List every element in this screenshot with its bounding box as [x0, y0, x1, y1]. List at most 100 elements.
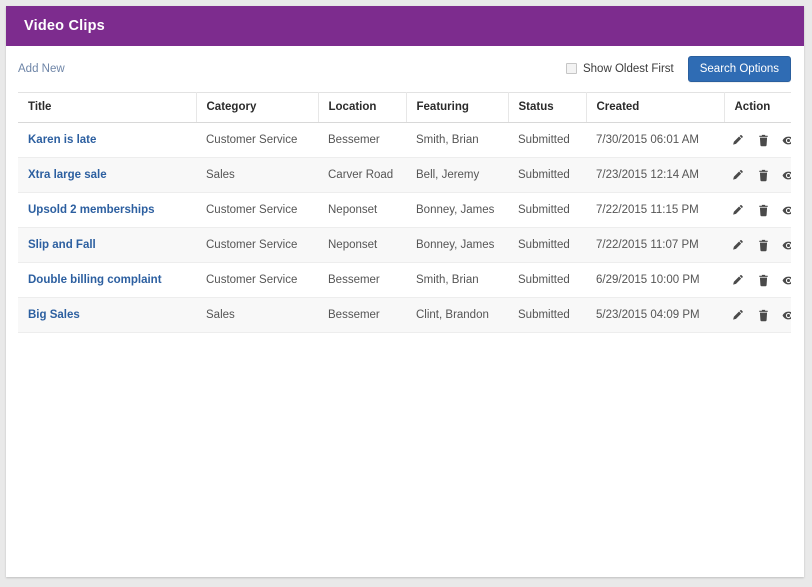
row-action-group: [732, 168, 781, 182]
row-title-link[interactable]: Karen is late: [28, 134, 96, 146]
column-header-category[interactable]: Category: [196, 93, 318, 123]
delete-icon[interactable]: [757, 273, 770, 287]
row-title-link[interactable]: Big Sales: [28, 309, 80, 321]
cell-featuring: Bonney, James: [406, 193, 508, 228]
delete-icon[interactable]: [757, 238, 770, 252]
video-clips-table: Title Category Location Featuring Status…: [18, 92, 791, 333]
toolbar-right-group: Show Oldest First Search Options: [566, 56, 791, 83]
table-row: Big Sales SalesBessemerClint, BrandonSubm…: [18, 298, 791, 333]
cell-status: Submitted: [508, 123, 586, 158]
add-new-link[interactable]: Add New: [18, 63, 65, 75]
toolbar: Add New Show Oldest First Search Options: [6, 46, 804, 92]
column-header-featuring[interactable]: Featuring: [406, 93, 508, 123]
view-icon[interactable]: [782, 203, 791, 217]
column-header-location[interactable]: Location: [318, 93, 406, 123]
cell-action: [724, 298, 791, 333]
row-title-link[interactable]: Double billing complaint: [28, 274, 162, 286]
table-container: Title Category Location Featuring Status…: [6, 92, 804, 333]
cell-created: 6/29/2015 10:00 PM: [586, 263, 724, 298]
cell-title: Slip and Fall: [18, 228, 196, 263]
view-icon[interactable]: [782, 273, 791, 287]
page-header-bar: Video Clips: [6, 6, 804, 46]
cell-action: [724, 228, 791, 263]
cell-title: Double billing complaint: [18, 263, 196, 298]
cell-featuring: Clint, Brandon: [406, 298, 508, 333]
view-icon[interactable]: [782, 238, 791, 252]
cell-category: Sales: [196, 298, 318, 333]
table-head: Title Category Location Featuring Status…: [18, 93, 791, 123]
cell-created: 7/30/2015 06:01 AM: [586, 123, 724, 158]
cell-location: Carver Road: [318, 158, 406, 193]
table-row: Slip and Fall Customer ServiceNeponsetBon…: [18, 228, 791, 263]
cell-title: Karen is late: [18, 123, 196, 158]
cell-category: Customer Service: [196, 228, 318, 263]
row-action-group: [732, 308, 781, 322]
cell-location: Bessemer: [318, 298, 406, 333]
cell-category: Sales: [196, 158, 318, 193]
edit-icon[interactable]: [732, 238, 745, 252]
row-action-group: [732, 273, 781, 287]
cell-title: Xtra large sale: [18, 158, 196, 193]
table-row: Karen is late Customer ServiceBessemerSmi…: [18, 123, 791, 158]
cell-created: 7/23/2015 12:14 AM: [586, 158, 724, 193]
column-header-action: Action: [724, 93, 791, 123]
edit-icon[interactable]: [732, 168, 745, 182]
view-icon[interactable]: [782, 168, 791, 182]
cell-status: Submitted: [508, 298, 586, 333]
cell-location: Bessemer: [318, 123, 406, 158]
cell-category: Customer Service: [196, 123, 318, 158]
cell-featuring: Smith, Brian: [406, 123, 508, 158]
cell-action: [724, 193, 791, 228]
column-header-title[interactable]: Title: [18, 93, 196, 123]
cell-featuring: Bonney, James: [406, 228, 508, 263]
row-title-link[interactable]: Slip and Fall: [28, 239, 96, 251]
edit-icon[interactable]: [732, 308, 745, 322]
edit-icon[interactable]: [732, 133, 745, 147]
cell-featuring: Bell, Jeremy: [406, 158, 508, 193]
view-icon[interactable]: [782, 133, 791, 147]
page-background: Video Clips Add New Show Oldest First Se…: [0, 0, 812, 587]
cell-created: 5/23/2015 04:09 PM: [586, 298, 724, 333]
show-oldest-first-checkbox[interactable]: Show Oldest First: [566, 63, 674, 75]
search-options-button[interactable]: Search Options: [688, 56, 791, 83]
table-row: Xtra large sale SalesCarver RoadBell, Jer…: [18, 158, 791, 193]
cell-action: [724, 158, 791, 193]
edit-icon[interactable]: [732, 203, 745, 217]
checkbox-box-icon[interactable]: [566, 63, 577, 74]
cell-action: [724, 263, 791, 298]
cell-created: 7/22/2015 11:07 PM: [586, 228, 724, 263]
table-body: Karen is lateCustomer ServiceBessemerSmi…: [18, 123, 791, 333]
view-icon[interactable]: [782, 308, 791, 322]
content-card: Video Clips Add New Show Oldest First Se…: [6, 6, 804, 577]
table-row: Double billing complaint Customer Service…: [18, 263, 791, 298]
column-header-created[interactable]: Created: [586, 93, 724, 123]
cell-location: Neponset: [318, 228, 406, 263]
cell-location: Bessemer: [318, 263, 406, 298]
row-action-group: [732, 238, 781, 252]
cell-location: Neponset: [318, 193, 406, 228]
delete-icon[interactable]: [757, 133, 770, 147]
table-row: Upsold 2 memberships Customer ServiceNepo…: [18, 193, 791, 228]
show-oldest-first-label: Show Oldest First: [583, 63, 674, 75]
cell-action: [724, 123, 791, 158]
cell-status: Submitted: [508, 158, 586, 193]
page-title: Video Clips: [24, 18, 105, 34]
row-action-group: [732, 203, 781, 217]
row-title-link[interactable]: Xtra large sale: [28, 169, 107, 181]
delete-icon[interactable]: [757, 203, 770, 217]
cell-title: Big Sales: [18, 298, 196, 333]
cell-featuring: Smith, Brian: [406, 263, 508, 298]
row-action-group: [732, 133, 781, 147]
cell-status: Submitted: [508, 193, 586, 228]
delete-icon[interactable]: [757, 308, 770, 322]
column-header-status[interactable]: Status: [508, 93, 586, 123]
cell-title: Upsold 2 memberships: [18, 193, 196, 228]
edit-icon[interactable]: [732, 273, 745, 287]
table-header-row: Title Category Location Featuring Status…: [18, 93, 791, 123]
cell-category: Customer Service: [196, 263, 318, 298]
delete-icon[interactable]: [757, 168, 770, 182]
row-title-link[interactable]: Upsold 2 memberships: [28, 204, 155, 216]
cell-category: Customer Service: [196, 193, 318, 228]
cell-created: 7/22/2015 11:15 PM: [586, 193, 724, 228]
cell-status: Submitted: [508, 263, 586, 298]
